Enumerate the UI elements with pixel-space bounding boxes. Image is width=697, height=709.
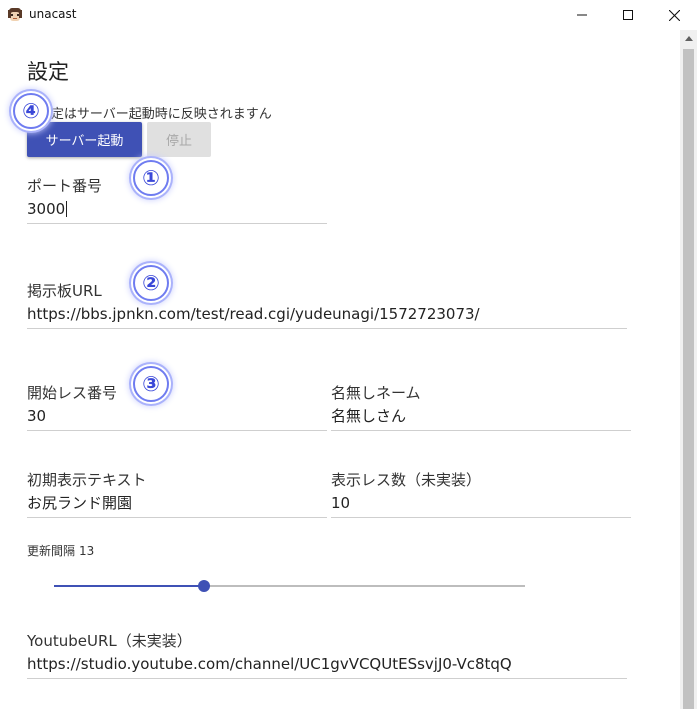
anon-name-input[interactable]: 名無しさん <box>331 406 631 426</box>
initial-text-input[interactable]: お尻ランド開園 <box>27 493 327 513</box>
initial-text-label: 初期表示テキスト <box>27 471 147 489</box>
vertical-scrollbar[interactable] <box>680 30 697 709</box>
display-count-label: 表示レス数（未実装） <box>331 471 482 489</box>
port-value: 3000 <box>27 200 66 218</box>
stop-server-button[interactable]: 停止 <box>147 122 211 157</box>
maximize-button[interactable] <box>605 0 651 30</box>
interval-label-text: 更新間隔 <box>27 544 76 558</box>
initial-text-field[interactable]: 初期表示テキスト お尻ランド開園 <box>27 470 327 518</box>
port-underline <box>27 223 327 224</box>
minimize-button[interactable] <box>559 0 605 30</box>
slider-thumb[interactable] <box>198 580 210 592</box>
window-title: unacast <box>29 7 77 21</box>
badge-2: ② <box>133 265 169 301</box>
bbs-url-label: 掲示板URL <box>27 282 102 300</box>
display-count-underline <box>331 517 631 518</box>
interval-value: 13 <box>79 544 95 558</box>
avatar-app-icon <box>8 8 22 21</box>
settings-notice: ※設定はサーバー起動時に反映されますん <box>27 107 272 122</box>
start-res-field[interactable]: 開始レス番号 30 <box>27 383 327 431</box>
scroll-up-button[interactable] <box>680 30 697 47</box>
title-bar: unacast <box>0 0 697 30</box>
badge-4: ④ <box>13 93 49 129</box>
page-title: 設定 <box>27 60 69 84</box>
bbs-url-underline <box>27 328 627 329</box>
youtube-url-field[interactable]: YoutubeURL（未実装） https://studio.youtube.c… <box>27 631 627 679</box>
port-field[interactable]: ポート番号 3000 <box>27 176 327 224</box>
youtube-url-input[interactable]: https://studio.youtube.com/channel/UC1gv… <box>27 654 627 674</box>
start-res-underline <box>27 430 327 431</box>
badge-1: ① <box>133 160 169 196</box>
display-count-field[interactable]: 表示レス数（未実装） 10 <box>331 470 631 518</box>
start-res-input[interactable]: 30 <box>27 406 327 426</box>
close-button[interactable] <box>651 0 697 30</box>
anon-name-underline <box>331 430 631 431</box>
anon-name-field[interactable]: 名無しネーム 名無しさん <box>331 383 631 431</box>
youtube-url-underline <box>27 678 627 679</box>
youtube-url-label: YoutubeURL（未実装） <box>27 632 192 650</box>
bbs-url-field[interactable]: 掲示板URL https://bbs.jpnkn.com/test/read.c… <box>27 281 627 329</box>
anon-name-label: 名無しネーム <box>331 384 421 402</box>
port-label: ポート番号 <box>27 177 103 195</box>
close-icon <box>668 9 680 21</box>
bbs-url-input[interactable]: https://bbs.jpnkn.com/test/read.cgi/yude… <box>27 304 627 324</box>
slider-track[interactable] <box>204 585 525 587</box>
display-count-input[interactable]: 10 <box>331 493 631 513</box>
port-input[interactable]: 3000 <box>27 199 327 219</box>
scroll-thumb[interactable] <box>683 49 694 709</box>
initial-text-underline <box>27 517 327 518</box>
start-server-button[interactable]: サーバー起動 <box>27 122 142 157</box>
text-caret <box>66 201 68 217</box>
maximize-icon <box>623 10 633 20</box>
interval-label: 更新間隔 13 <box>27 542 94 559</box>
start-res-label: 開始レス番号 <box>27 384 118 402</box>
badge-3: ③ <box>133 366 169 402</box>
minimize-icon <box>577 14 587 16</box>
slider-track-filled[interactable] <box>54 585 204 587</box>
chevron-up-icon <box>684 36 693 41</box>
